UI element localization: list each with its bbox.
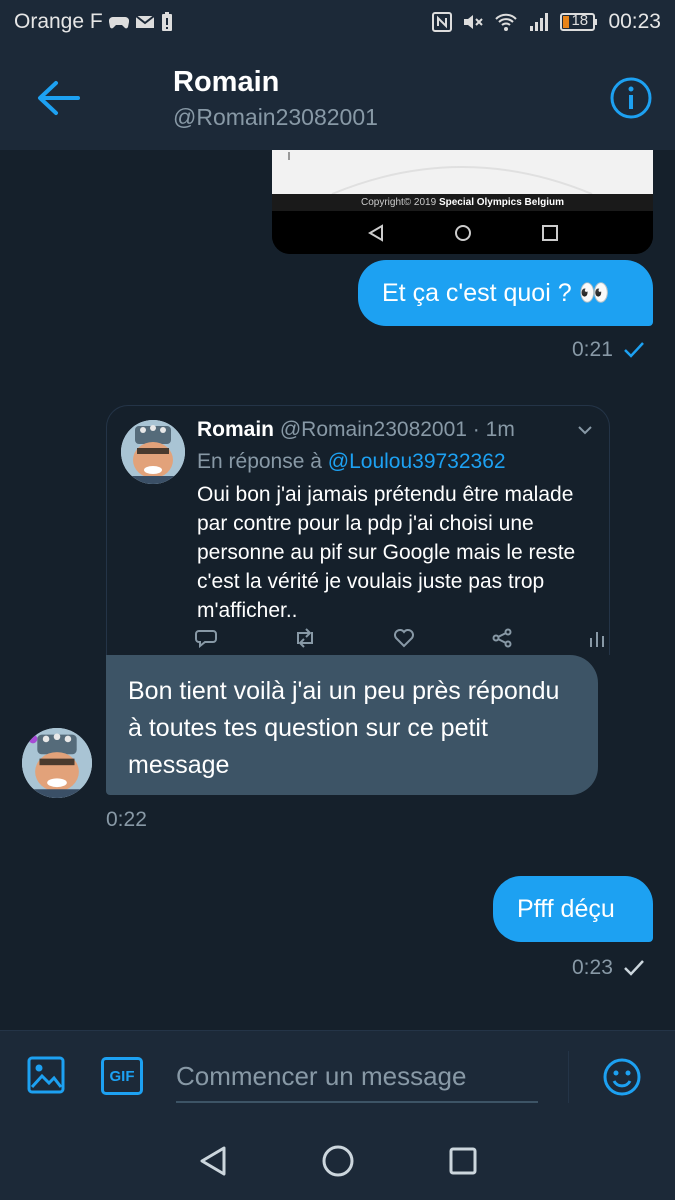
status-bar: Orange F 18 00:23 (0, 0, 675, 46)
back-button[interactable] (30, 72, 86, 124)
reply-icon[interactable] (195, 628, 217, 648)
battery-level: 18 (571, 12, 589, 29)
wifi-icon (494, 12, 518, 32)
triangle-back-icon (200, 1146, 225, 1176)
contact-name[interactable]: Romain (173, 66, 279, 99)
signal-icon (528, 12, 550, 32)
gif-button[interactable]: GIF (101, 1057, 143, 1095)
nfc-icon (432, 12, 453, 32)
info-icon (610, 77, 652, 119)
tweet-reply-context: En réponse à @Loulou39732362 (197, 450, 506, 473)
reply-mention-link[interactable]: @Loulou39732362 (328, 450, 506, 473)
tweet-author[interactable]: Romain @Romain23082001 · 1m (197, 418, 515, 442)
message-input[interactable] (176, 1051, 538, 1103)
tweet-text: Oui bon j'ai jamais prétendu être malade… (197, 483, 576, 622)
share-icon[interactable] (491, 628, 513, 648)
back-arrow-icon (38, 81, 80, 115)
add-image-button[interactable] (26, 1055, 66, 1095)
chevron-down-icon[interactable] (577, 422, 593, 440)
message-timestamp: 0:23 (572, 956, 645, 980)
screenshot-navbar (272, 211, 653, 254)
message-text: Bon tient voilà j'ai un peu près répondu… (128, 677, 560, 779)
nav-home-button[interactable] (318, 1141, 358, 1181)
incoming-message[interactable]: Bon tient voilà j'ai un peu près répondu… (106, 655, 598, 795)
square-recents-icon (449, 1147, 476, 1175)
conversation-header: Romain @Romain23082001 (0, 46, 675, 150)
image-caption: Copyright© 2019 Special Olympics Belgium (272, 194, 653, 211)
nav-recents-button[interactable] (443, 1141, 483, 1181)
square-icon (541, 224, 558, 241)
nav-back-button[interactable] (193, 1141, 233, 1181)
circle-home-icon (322, 1145, 353, 1177)
smiley-icon (603, 1058, 641, 1096)
carrier-label: Orange F (14, 10, 103, 33)
image-icon (27, 1056, 65, 1094)
emoji-button[interactable] (602, 1057, 642, 1097)
triangle-icon (367, 223, 383, 242)
embedded-tweet[interactable]: Romain @Romain23082001 · 1m En réponse à… (106, 405, 610, 655)
mail-icon (135, 14, 155, 30)
retweet-icon[interactable] (293, 628, 317, 648)
message-text: Pfff déçu (517, 894, 615, 923)
divider (568, 1051, 569, 1103)
message-timestamp: 0:22 (106, 808, 147, 831)
message-timestamp: 0:21 (572, 338, 645, 362)
message-composer: GIF (0, 1030, 675, 1122)
avatar[interactable] (22, 728, 92, 798)
mute-icon (462, 12, 484, 32)
screenshot-content (272, 150, 653, 195)
tweet-actions (195, 628, 605, 648)
message-text: Et ça c'est quoi ? 👀 (382, 278, 610, 307)
outgoing-message[interactable]: Pfff déçu (493, 876, 653, 942)
message-list[interactable]: Copyright© 2019 Special Olympics Belgium… (0, 150, 675, 1030)
image-message[interactable]: Copyright© 2019 Special Olympics Belgium (272, 150, 653, 254)
clock: 00:23 (608, 10, 661, 33)
sent-check-icon (623, 960, 644, 976)
gif-label: GIF (109, 1067, 135, 1085)
alert-battery-icon (161, 12, 173, 32)
system-navigation-bar (0, 1122, 675, 1200)
read-check-icon (623, 342, 644, 358)
circle-icon (454, 224, 471, 241)
analytics-icon[interactable] (589, 628, 605, 648)
like-icon[interactable] (393, 628, 415, 648)
battery-icon: 18 (560, 12, 598, 32)
game-controller-icon (108, 14, 129, 30)
outgoing-message[interactable]: Et ça c'est quoi ? 👀 (358, 260, 653, 326)
contact-handle[interactable]: @Romain23082001 (173, 104, 378, 131)
tweet-avatar[interactable] (121, 420, 185, 484)
info-button[interactable] (609, 76, 653, 120)
